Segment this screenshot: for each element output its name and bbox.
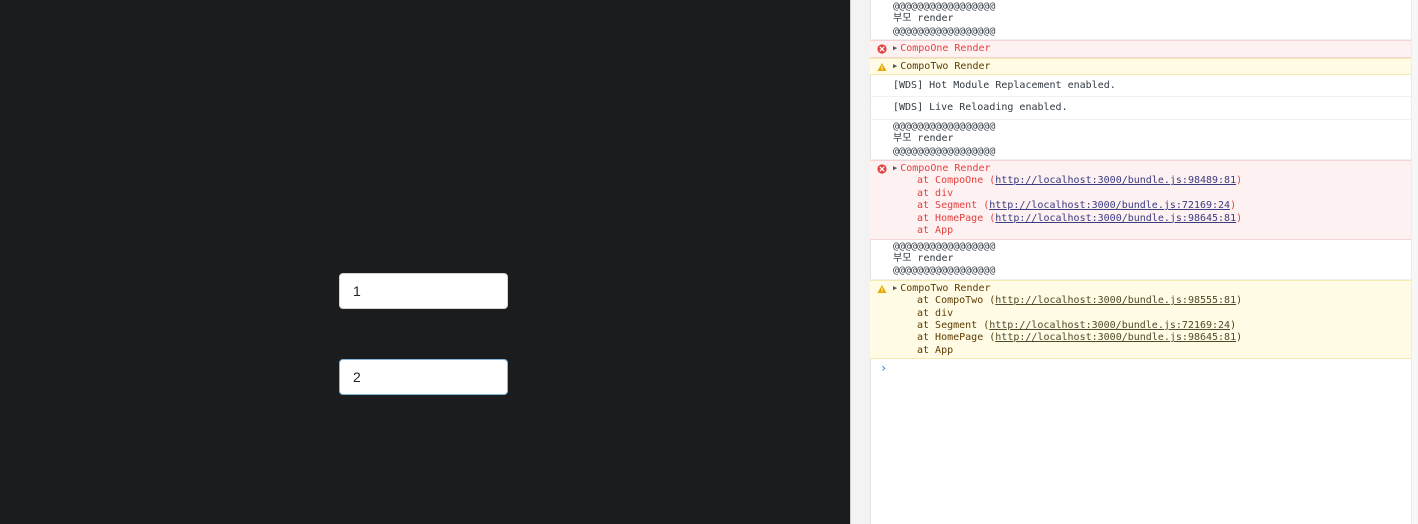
warning-icon (877, 62, 887, 72)
stack-trace-line: at App (893, 345, 1412, 357)
stack-frame-text: at div (917, 187, 954, 199)
stack-frame-text: at CompoOne ( (917, 175, 996, 187)
stack-frame-text: at HomePage ( (917, 332, 996, 344)
error-icon (877, 44, 887, 54)
console-text: 부모 render (893, 13, 954, 25)
console-message-warn[interactable]: ▶ CompoTwo Render at CompoTwo (http://loca… (870, 279, 1412, 360)
stack-frame-text: ) (1236, 332, 1243, 344)
console-message-warn[interactable]: ▶ CompoTwo Render (870, 57, 1412, 76)
stack-trace-line: at Segment (http://localhost:3000/bundle… (893, 200, 1412, 212)
console-prompt[interactable]: › (870, 359, 1412, 374)
text-input-one[interactable] (339, 273, 508, 309)
console-text: @@@@@@@@@@@@@@@@@ (893, 25, 996, 37)
console-message-head[interactable]: ▶ CompoOne Render (893, 42, 1412, 55)
console-text: @@@@@@@@@@@@@@@@@ (893, 120, 996, 132)
source-link[interactable]: http://localhost:3000/bundle.js:98645:81 (995, 332, 1236, 343)
console-message-error[interactable]: ▶ CompoOne Render (870, 40, 1412, 58)
source-link[interactable]: http://localhost:3000/bundle.js:98555:81 (995, 295, 1236, 306)
console-text: [WDS] Live Reloading enabled. (893, 102, 1068, 114)
console-message-log: @@@@@@@@@@@@@@@@@ 부모 render @@@@@@@@@@@@@@… (870, 0, 1412, 41)
console-message-log: @@@@@@@@@@@@@@@@@ 부모 render @@@@@@@@@@@@@@… (870, 240, 1412, 280)
console-messages: @@@@@@@@@@@@@@@@@ 부모 render @@@@@@@@@@@@@@… (870, 0, 1412, 375)
console-text: @@@@@@@@@@@@@@@@@ (893, 265, 996, 277)
stack-frame-text: at App (917, 225, 954, 237)
console-message-text: CompoOne Render (900, 43, 991, 55)
expand-triangle-icon[interactable]: ▶ (893, 44, 897, 52)
console-text: @@@@@@@@@@@@@@@@@ (893, 145, 996, 157)
stack-trace-line: at div (893, 188, 1412, 200)
source-link[interactable]: http://localhost:3000/bundle.js:72169:24 (989, 200, 1230, 211)
stack-frame-text: at HomePage ( (917, 212, 996, 224)
stack-frame-text: ) (1236, 212, 1243, 224)
console-text: [WDS] Hot Module Replacement enabled. (893, 80, 1116, 92)
stack-trace-line: at HomePage (http://localhost:3000/bundl… (893, 213, 1412, 225)
stack-frame-text: ) (1230, 200, 1237, 212)
stack-frame-text: at Segment ( (917, 319, 990, 331)
console-gutter (851, 0, 871, 524)
devtools-console-panel: @@@@@@@@@@@@@@@@@ 부모 render @@@@@@@@@@@@@@… (850, 0, 1418, 524)
console-message-error[interactable]: ▶ CompoOne Render at CompoOne (http://loca… (870, 160, 1412, 240)
console-message-log: [WDS] Live Reloading enabled. (870, 97, 1412, 120)
console-scrollbar[interactable] (1411, 0, 1418, 524)
stack-frame-text: at App (917, 344, 954, 356)
stack-frame-text: ) (1230, 319, 1237, 331)
console-message-text: CompoOne Render (900, 163, 991, 175)
stack-trace-line: at CompoTwo (http://localhost:3000/bundl… (893, 295, 1412, 307)
console-message-log: [WDS] Hot Module Replacement enabled. (870, 75, 1412, 98)
source-link[interactable]: http://localhost:3000/bundle.js:72169:24 (989, 320, 1230, 331)
source-link[interactable]: http://localhost:3000/bundle.js:98489:81 (995, 175, 1236, 186)
console-text: @@@@@@@@@@@@@@@@@ (893, 240, 996, 252)
expand-triangle-icon[interactable]: ▶ (893, 164, 897, 172)
console-message-text: CompoTwo Render (900, 60, 991, 72)
console-message-log: @@@@@@@@@@@@@@@@@ 부모 render @@@@@@@@@@@@@@… (870, 120, 1412, 161)
expand-triangle-icon[interactable]: ▶ (893, 284, 897, 292)
console-text: @@@@@@@@@@@@@@@@@ (893, 1, 996, 12)
console-message-text: CompoTwo Render (900, 282, 991, 294)
app-viewport (0, 0, 850, 524)
stack-frame-text: at Segment ( (917, 200, 990, 212)
error-icon (877, 164, 887, 174)
warning-icon (877, 284, 887, 294)
stack-frame-text: at div (917, 307, 954, 319)
stack-trace-line: at App (893, 225, 1412, 237)
console-message-head[interactable]: ▶ CompoOne Render (893, 162, 1412, 175)
source-link[interactable]: http://localhost:3000/bundle.js:98645:81 (995, 213, 1236, 224)
stack-frame-text: at CompoTwo ( (917, 295, 996, 307)
prompt-chevron-icon: › (880, 361, 888, 376)
stack-trace-line: at HomePage (http://localhost:3000/bundl… (893, 332, 1412, 344)
stack-trace-line: at div (893, 308, 1412, 320)
stack-trace-line: at CompoOne (http://localhost:3000/bundl… (893, 175, 1412, 187)
console-text: 부모 render (893, 133, 954, 145)
text-input-two[interactable] (339, 359, 508, 395)
console-message-head[interactable]: ▶ CompoTwo Render (893, 60, 1412, 73)
stack-frame-text: ) (1236, 175, 1243, 187)
stack-frame-text: ) (1236, 295, 1243, 307)
stack-trace-line: at Segment (http://localhost:3000/bundle… (893, 320, 1412, 332)
expand-triangle-icon[interactable]: ▶ (893, 62, 897, 70)
console-message-head[interactable]: ▶ CompoTwo Render (893, 282, 1412, 295)
console-text: 부모 render (893, 252, 954, 264)
